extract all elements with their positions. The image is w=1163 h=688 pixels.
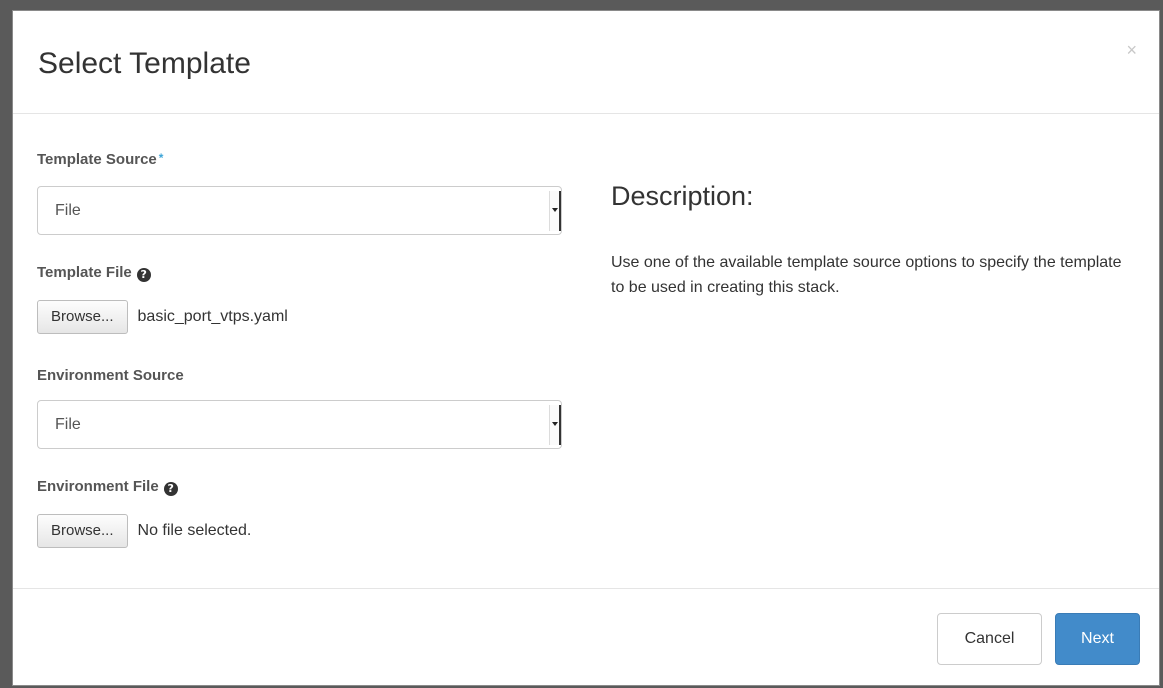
question-circle-icon[interactable]: ? — [163, 482, 178, 496]
template-file-input: Browse... basic_port_vtps.yaml — [37, 300, 288, 334]
template-source-select[interactable]: File — [37, 186, 562, 235]
dropdown-arrow-icon[interactable] — [549, 405, 561, 445]
required-marker: * — [158, 151, 164, 165]
environment-source-label-text: Environment Source — [37, 367, 184, 384]
dialog-title: Select Template — [38, 47, 251, 80]
description-heading: Description: — [611, 181, 754, 211]
environment-file-browse-button[interactable]: Browse... — [37, 514, 128, 548]
environment-file-label-text: Environment File — [37, 478, 159, 495]
dropdown-arrow-icon[interactable] — [549, 191, 561, 231]
dialog-footer: Cancel Next — [13, 588, 1159, 686]
template-source-label: Template Source * — [37, 151, 163, 168]
template-file-name: basic_port_vtps.yaml — [137, 308, 288, 325]
template-file-label-text: Template File — [37, 264, 132, 281]
environment-source-select[interactable]: File — [37, 400, 562, 449]
template-source-label-text: Template Source — [37, 151, 157, 168]
cancel-button[interactable]: Cancel — [937, 613, 1042, 665]
next-button[interactable]: Next — [1055, 613, 1140, 665]
environment-source-label: Environment Source — [37, 367, 184, 384]
description-text: Use one of the available template source… — [611, 254, 1122, 296]
question-circle-icon[interactable]: ? — [136, 268, 151, 282]
select-template-dialog: Select Template × Template Source * File … — [12, 10, 1160, 686]
template-file-browse-button[interactable]: Browse... — [37, 300, 128, 334]
dialog-body: Template Source * File Template File? Bro… — [13, 114, 1159, 588]
environment-file-name: No file selected. — [137, 522, 252, 539]
template-file-label: Template File? — [37, 264, 151, 282]
environment-file-label: Environment File? — [37, 478, 178, 496]
close-icon[interactable]: × — [1126, 41, 1137, 59]
environment-file-input: Browse... No file selected. — [37, 514, 251, 548]
dialog-header: Select Template × — [13, 11, 1159, 114]
environment-source-selected-value: File — [55, 416, 81, 433]
template-source-selected-value: File — [55, 202, 81, 219]
